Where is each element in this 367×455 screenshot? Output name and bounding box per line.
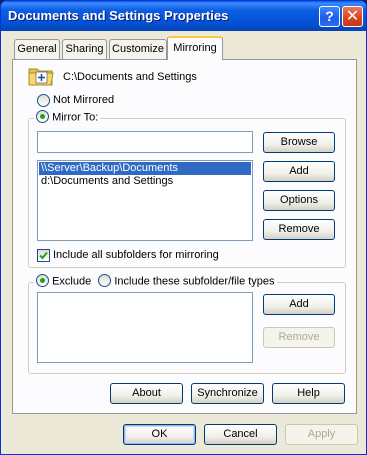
- add-target-button[interactable]: Add: [263, 161, 335, 182]
- close-icon: ✕: [345, 8, 360, 25]
- tab-customize[interactable]: Customize: [109, 39, 167, 59]
- folder-plus-icon: [28, 68, 54, 86]
- include-subfolders-label[interactable]: Include all subfolders for mirroring: [53, 249, 219, 261]
- cancel-button[interactable]: Cancel: [204, 424, 277, 445]
- filter-types-list[interactable]: [37, 292, 253, 363]
- tab-mirroring-label: Mirroring: [173, 42, 217, 54]
- include-subfolders-checkbox[interactable]: [37, 249, 50, 262]
- tab-mirroring[interactable]: Mirroring: [167, 36, 223, 60]
- help-title-button[interactable]: ?: [319, 6, 340, 27]
- add-filter-button[interactable]: Add: [263, 294, 335, 315]
- apply-button[interactable]: Apply: [285, 424, 358, 445]
- mirror-target-input[interactable]: [37, 131, 253, 153]
- tab-general[interactable]: General: [14, 39, 60, 59]
- tab-sharing-label: Sharing: [65, 43, 104, 55]
- include-types-radio[interactable]: [98, 274, 112, 287]
- mirror-to-radio[interactable]: [36, 110, 49, 123]
- exclude-label[interactable]: Exclude: [52, 275, 91, 287]
- mirror-targets-list[interactable]: \\Server\Backup\Documents d:\Documents a…: [37, 160, 253, 241]
- tab-general-label: General: [17, 43, 57, 55]
- tab-customize-label: Customize: [112, 43, 164, 55]
- about-button[interactable]: About: [110, 383, 183, 404]
- options-button[interactable]: Options: [263, 190, 335, 211]
- window-title: Documents and Settings Properties: [8, 8, 229, 23]
- include-types-label[interactable]: Include these subfolder/file types: [114, 275, 274, 287]
- filter-legend: Exclude Include these subfolder/file typ…: [34, 274, 277, 288]
- checkmark-icon: [39, 251, 48, 260]
- list-item[interactable]: \\Server\Backup\Documents: [39, 162, 251, 175]
- mirror-to-legend: Mirror To:: [34, 110, 101, 124]
- list-item[interactable]: d:\Documents and Settings: [39, 175, 251, 188]
- remove-filter-button[interactable]: Remove: [263, 327, 335, 348]
- question-icon: ?: [325, 8, 334, 24]
- ok-button[interactable]: OK: [123, 424, 196, 445]
- browse-button[interactable]: Browse: [263, 132, 335, 153]
- folder-path: C:\Documents and Settings: [63, 71, 197, 83]
- title-bar[interactable]: Documents and Settings Properties ? ✕: [1, 1, 366, 31]
- remove-target-button[interactable]: Remove: [263, 219, 335, 240]
- exclude-radio[interactable]: [36, 274, 49, 287]
- mirror-to-label[interactable]: Mirror To:: [52, 111, 98, 123]
- not-mirrored-label[interactable]: Not Mirrored: [53, 94, 114, 106]
- help-button[interactable]: Help: [272, 383, 345, 404]
- synchronize-button[interactable]: Synchronize: [191, 383, 264, 404]
- tab-sharing[interactable]: Sharing: [62, 39, 107, 59]
- not-mirrored-radio[interactable]: [37, 94, 50, 107]
- close-button[interactable]: ✕: [342, 6, 363, 27]
- properties-dialog: Documents and Settings Properties ? ✕ Ge…: [0, 0, 367, 455]
